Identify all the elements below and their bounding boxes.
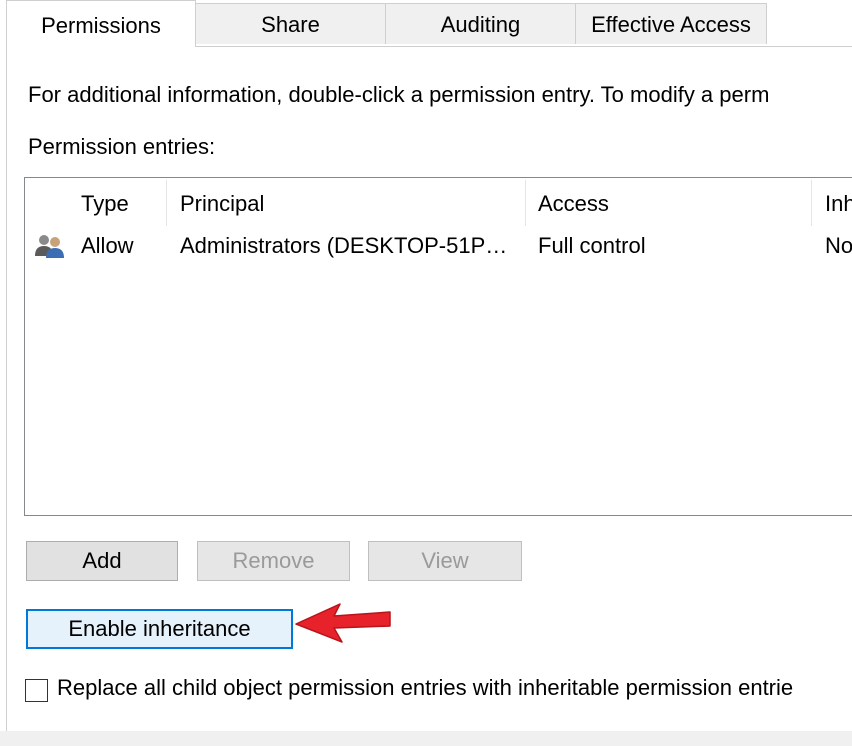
info-text: For additional information, double-click… — [28, 82, 770, 107]
column-header-type[interactable]: Type — [81, 182, 129, 226]
dialog-footer-band — [0, 731, 852, 746]
users-group-icon — [33, 232, 67, 260]
replace-child-permissions-checkbox[interactable] — [25, 679, 48, 702]
add-button[interactable]: Add — [26, 541, 178, 581]
tab-share[interactable]: Share — [195, 3, 386, 44]
column-header-access[interactable]: Access — [538, 182, 609, 226]
tab-permissions[interactable]: Permissions — [6, 0, 196, 47]
column-header-principal[interactable]: Principal — [180, 182, 264, 226]
cell-access: Full control — [538, 233, 646, 258]
replace-child-permissions-label[interactable]: Replace all child object permission entr… — [57, 675, 793, 701]
column-separator[interactable] — [166, 180, 167, 226]
cell-principal: Administrators (DESKTOP-51P… — [180, 233, 508, 258]
tab-effective-access[interactable]: Effective Access — [575, 3, 767, 44]
cell-type: Allow — [81, 233, 134, 258]
cell-inherited: No — [825, 233, 852, 258]
permission-entries-list[interactable]: Type Principal Access Inh Allow Administ… — [24, 177, 852, 516]
permission-entries-label: Permission entries: — [28, 134, 216, 159]
red-arrow-icon — [294, 600, 394, 644]
remove-button[interactable]: Remove — [197, 541, 350, 581]
view-button[interactable]: View — [368, 541, 522, 581]
tab-strip: Permissions Share Auditing Effective Acc… — [0, 0, 852, 47]
column-separator[interactable] — [811, 180, 812, 226]
enable-inheritance-button[interactable]: Enable inheritance — [26, 609, 293, 649]
column-separator[interactable] — [525, 180, 526, 226]
column-header-inherited[interactable]: Inh — [825, 182, 852, 226]
tab-auditing[interactable]: Auditing — [385, 3, 576, 44]
